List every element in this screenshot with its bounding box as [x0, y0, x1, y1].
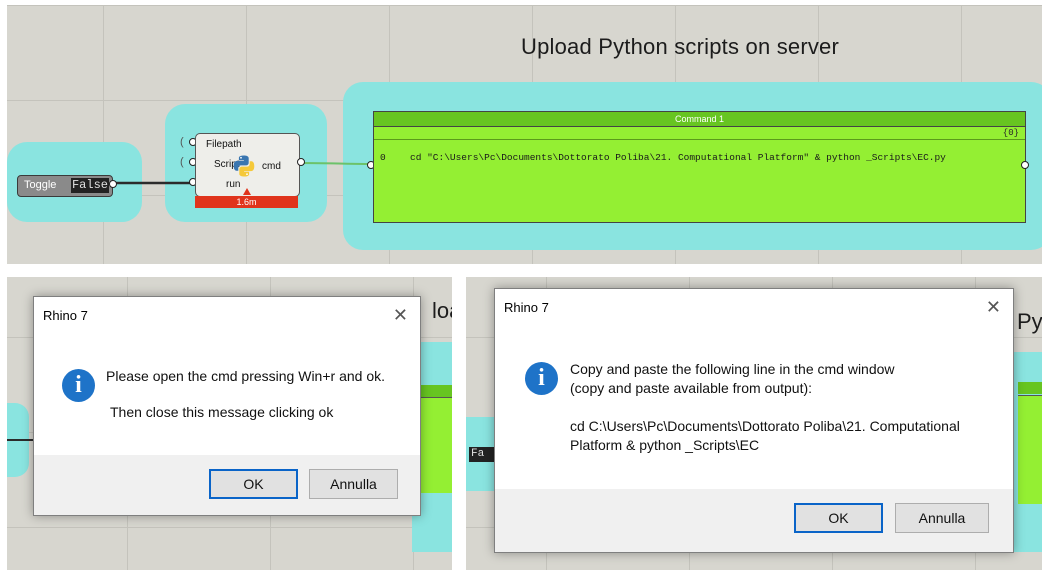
panel-row-index: 0 [380, 152, 386, 163]
info-icon: i [62, 369, 95, 402]
title-fragment: Py [1017, 309, 1042, 334]
input-bracket: ( [180, 136, 184, 148]
toggle-value[interactable]: False [71, 178, 109, 193]
dialog-title: Rhino 7 [504, 300, 549, 315]
input-filepath-label: Filepath [206, 139, 242, 150]
panel-fragment [419, 397, 452, 493]
toggle-label: Toggle [24, 179, 57, 191]
dialog-message-line4: Platform & python _Scripts\EC [570, 437, 760, 453]
screenshot-dialog-2: Fa Py Rhino 7 ✕ i Copy and paste the fol… [466, 277, 1042, 570]
dialog-message-line1: Copy and paste the following line in the… [570, 361, 895, 377]
close-icon[interactable]: ✕ [393, 305, 408, 326]
cancel-button[interactable]: Annulla [895, 503, 989, 533]
timer-marker [243, 188, 251, 195]
input-bracket: ( [180, 156, 184, 168]
dialog-footer: OK Annulla [495, 489, 1013, 552]
dialog-message-line2: Then close this message clicking ok [110, 404, 334, 420]
screenshot-dialog-1: loa Rhino 7 ✕ i Please open the cmd pres… [7, 277, 452, 570]
dialog-title: Rhino 7 [43, 308, 88, 323]
dialog-message-line3: cd C:\Users\Pc\Documents\Dottorato Polib… [570, 418, 960, 434]
profiler-timer: 1.6m [195, 196, 298, 208]
command-panel[interactable]: Command 1 {0} 0 cd "C:\Users\Pc\Documents… [373, 111, 1026, 223]
input-run-label: run [226, 179, 241, 190]
panel-row-text: cd "C:\Users\Pc\Documents\Dottorato Poli… [410, 152, 946, 163]
panel-output-port[interactable] [1021, 161, 1029, 169]
grasshopper-canvas[interactable]: Upload Python scripts on server Toggle F… [7, 5, 1042, 264]
dialog-message-line1: Please open the cmd pressing Win+r and o… [106, 368, 385, 384]
title-fragment: loa [432, 298, 452, 323]
ok-button[interactable]: OK [209, 469, 298, 499]
panel-row[interactable]: 0 cd "C:\Users\Pc\Documents\Dottorato Pol… [380, 152, 946, 163]
boolean-toggle[interactable]: Toggle False [17, 175, 113, 197]
output-cmd-label: cmd [262, 161, 281, 172]
panel-item-count: {0} [374, 127, 1025, 140]
toggle-output-port[interactable] [109, 180, 117, 188]
panel-header-fragment [1018, 382, 1042, 394]
dialog-footer: OK Annulla [34, 455, 420, 515]
toggle-value-fragment: Fa [469, 447, 497, 462]
info-icon: i [525, 362, 558, 395]
message-dialog[interactable]: Rhino 7 ✕ i Please open the cmd pressing… [33, 296, 421, 516]
dialog-message-line2: (copy and paste available from output): [570, 380, 813, 396]
python-icon [233, 155, 255, 177]
wire-cmd-panel [300, 162, 369, 165]
output-port-cmd[interactable] [297, 158, 305, 166]
panel-fragment [1018, 395, 1042, 504]
close-icon[interactable]: ✕ [986, 297, 1001, 318]
message-dialog[interactable]: Rhino 7 ✕ i Copy and paste the following… [494, 288, 1014, 553]
ok-button[interactable]: OK [794, 503, 883, 533]
panel-header: Command 1 [374, 112, 1025, 127]
panel-header-fragment [419, 385, 452, 397]
cancel-button[interactable]: Annulla [309, 469, 398, 499]
